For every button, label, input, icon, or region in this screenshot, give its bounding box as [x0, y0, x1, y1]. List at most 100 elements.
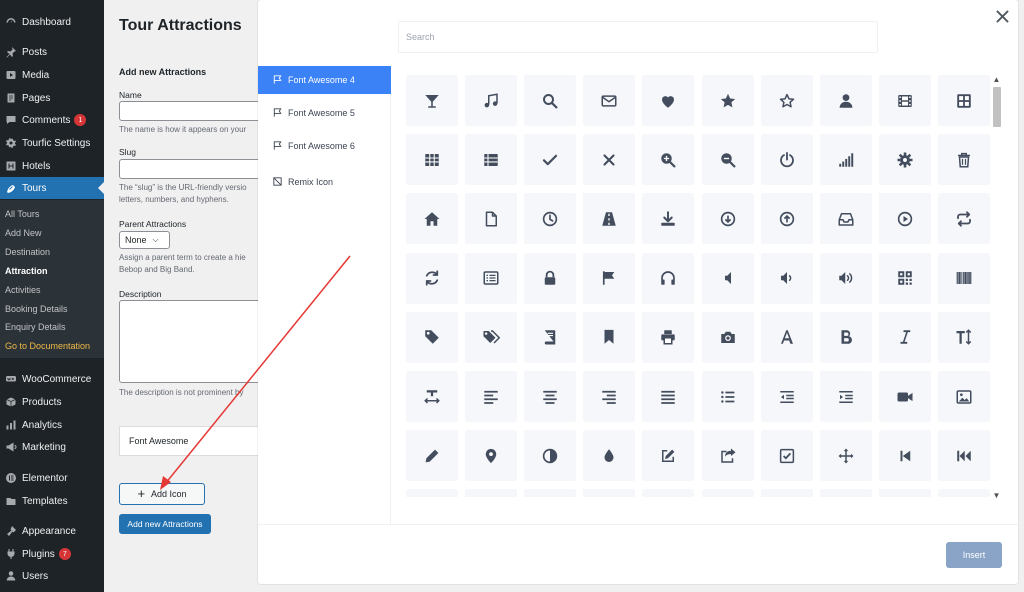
sidebar-item-hotels[interactable]: Hotels: [0, 155, 104, 177]
icon-cell[interactable]: [583, 134, 636, 186]
submenu-item-destination[interactable]: Destination: [5, 247, 50, 257]
scroll-up-icon[interactable]: ▲: [991, 75, 1002, 84]
icon-cell[interactable]: [760, 311, 813, 363]
icon-cell[interactable]: [406, 371, 458, 422]
sidebar-item-tourfic-settings[interactable]: Tourfic Settings: [0, 132, 104, 154]
icon-cell[interactable]: [583, 252, 636, 304]
submenu-item-attraction[interactable]: Attraction: [5, 266, 48, 276]
submenu-item-add-new[interactable]: Add New: [5, 228, 42, 238]
icon-cell[interactable]: [819, 134, 872, 186]
icon-cell[interactable]: [937, 252, 990, 304]
icon-cell[interactable]: [583, 193, 636, 245]
library-tab-font-awesome-4[interactable]: Font Awesome 4: [258, 66, 391, 94]
sidebar-item-woocommerce[interactable]: WooCommerce: [0, 368, 104, 390]
library-tab-font-awesome-5[interactable]: Font Awesome 5: [258, 99, 391, 127]
icon-cell[interactable]: [583, 311, 636, 363]
icon-cell[interactable]: [937, 371, 990, 422]
icon-cell[interactable]: [583, 75, 636, 126]
icon-cell[interactable]: [406, 311, 458, 363]
icon-cell[interactable]: [937, 134, 990, 186]
icon-cell[interactable]: [878, 75, 931, 126]
submenu-item-booking-details[interactable]: Booking Details: [5, 304, 68, 314]
icon-cell[interactable]: [760, 489, 813, 497]
sidebar-item-analytics[interactable]: Analytics: [0, 414, 104, 436]
icon-cell[interactable]: [465, 75, 518, 126]
icon-cell[interactable]: [524, 430, 577, 482]
icon-cell[interactable]: [937, 489, 990, 497]
icon-cell[interactable]: [524, 193, 577, 245]
icon-cell[interactable]: [937, 75, 990, 126]
icon-cell[interactable]: [878, 134, 931, 186]
sidebar-item-products[interactable]: Products: [0, 391, 104, 413]
icon-cell[interactable]: [583, 371, 636, 422]
icon-cell[interactable]: [524, 489, 577, 497]
add-icon-button[interactable]: + Add Icon: [119, 483, 205, 505]
sidebar-item-pages[interactable]: Pages: [0, 87, 104, 109]
icon-cell[interactable]: [406, 134, 458, 186]
icon-cell[interactable]: [819, 75, 872, 126]
icon-cell[interactable]: [524, 371, 577, 422]
icon-cell[interactable]: [642, 311, 695, 363]
icon-cell[interactable]: [701, 311, 754, 363]
scrollbar-thumb[interactable]: [993, 87, 1001, 127]
icon-cell[interactable]: [406, 193, 458, 245]
icon-cell[interactable]: [819, 252, 872, 304]
sidebar-item-elementor[interactable]: Elementor: [0, 467, 104, 489]
icon-cell[interactable]: [819, 311, 872, 363]
icon-cell[interactable]: [642, 252, 695, 304]
icon-cell[interactable]: [701, 489, 754, 497]
icon-cell[interactable]: [937, 430, 990, 482]
icon-cell[interactable]: [583, 430, 636, 482]
icon-cell[interactable]: [760, 193, 813, 245]
icon-cell[interactable]: [819, 430, 872, 482]
icon-cell[interactable]: [524, 252, 577, 304]
sidebar-item-dashboard[interactable]: Dashboard: [0, 11, 104, 33]
icon-cell[interactable]: [937, 193, 990, 245]
icon-cell[interactable]: [878, 311, 931, 363]
close-button[interactable]: [992, 6, 1012, 26]
icon-cell[interactable]: [760, 371, 813, 422]
submenu-item-all-tours[interactable]: All Tours: [5, 209, 39, 219]
icon-cell[interactable]: [524, 75, 577, 126]
icon-cell[interactable]: [406, 430, 458, 482]
icon-cell[interactable]: [642, 134, 695, 186]
icon-cell[interactable]: [642, 75, 695, 126]
add-new-attractions-button[interactable]: Add new Attractions: [119, 514, 211, 534]
icon-cell[interactable]: [819, 489, 872, 497]
icon-cell[interactable]: [760, 75, 813, 126]
icon-cell[interactable]: [760, 430, 813, 482]
sidebar-item-plugins[interactable]: Plugins 7: [0, 543, 104, 565]
sidebar-item-appearance[interactable]: Appearance: [0, 520, 104, 542]
icon-cell[interactable]: [878, 489, 931, 497]
icon-cell[interactable]: [465, 252, 518, 304]
submenu-item-enquiry-details[interactable]: Enquiry Details: [5, 322, 66, 332]
icon-cell[interactable]: [878, 252, 931, 304]
submenu-item-go-to-documentation[interactable]: Go to Documentation: [5, 341, 90, 351]
icon-cell[interactable]: [701, 75, 754, 126]
sidebar-item-users[interactable]: Users: [0, 565, 104, 587]
icon-cell[interactable]: [465, 311, 518, 363]
icon-cell[interactable]: [642, 489, 695, 497]
icon-cell[interactable]: [465, 371, 518, 422]
submenu-item-activities[interactable]: Activities: [5, 285, 41, 295]
icon-cell[interactable]: [642, 193, 695, 245]
icon-cell[interactable]: [642, 430, 695, 482]
icon-grid-scrollbar[interactable]: ▲ ▼: [991, 75, 1002, 500]
icon-cell[interactable]: [701, 193, 754, 245]
description-textarea[interactable]: [119, 300, 269, 383]
icon-cell[interactable]: [760, 134, 813, 186]
icon-cell[interactable]: [878, 193, 931, 245]
icon-cell[interactable]: [878, 430, 931, 482]
icon-cell[interactable]: [465, 134, 518, 186]
parent-select[interactable]: None ⌵: [119, 231, 170, 249]
icon-cell[interactable]: [701, 371, 754, 422]
icon-cell[interactable]: [878, 371, 931, 422]
icon-cell[interactable]: [465, 430, 518, 482]
icon-cell[interactable]: [701, 134, 754, 186]
icon-cell[interactable]: [819, 371, 872, 422]
icon-cell[interactable]: [465, 193, 518, 245]
sidebar-item-tours[interactable]: Tours: [0, 177, 104, 199]
scroll-down-icon[interactable]: ▼: [991, 491, 1002, 500]
insert-button[interactable]: Insert: [946, 542, 1002, 568]
sidebar-item-marketing[interactable]: Marketing: [0, 436, 104, 458]
